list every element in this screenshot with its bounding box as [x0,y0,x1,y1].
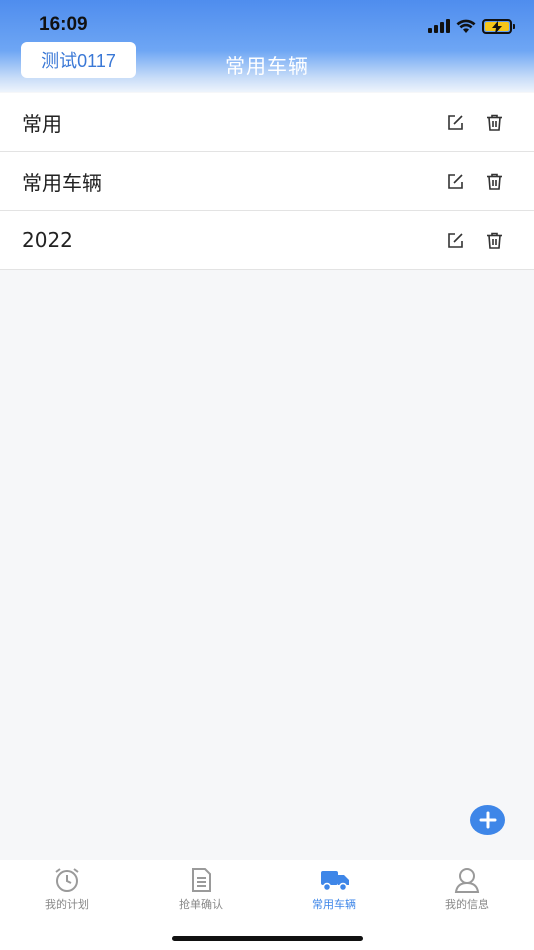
document-icon [187,867,215,893]
list-item-name: 2022 [22,228,73,252]
trash-icon[interactable] [485,231,504,250]
tab-label: 我的信息 [445,898,489,911]
row-actions [446,231,504,250]
tab-label: 抢单确认 [179,898,223,911]
vehicle-group-list: 常用 常用车辆 2022 [0,93,534,270]
list-item[interactable]: 常用车辆 [0,152,534,211]
status-bar: 16:09 [0,0,534,44]
header: 16:09 测试0117 常用车辆 [0,0,534,92]
cellular-signal-icon [428,19,450,33]
edit-icon[interactable] [446,113,465,132]
user-icon [453,867,481,893]
row-actions [446,172,504,191]
tab-label: 我的计划 [45,898,89,911]
tab-label: 常用车辆 [312,898,356,911]
row-actions [446,113,504,132]
trash-icon[interactable] [485,113,504,132]
tab-order-confirm[interactable]: 抢单确认 [134,867,268,912]
add-button[interactable] [470,805,505,835]
home-indicator[interactable] [172,936,363,941]
status-time: 16:09 [39,14,88,35]
edit-icon[interactable] [446,172,465,191]
page-title: 常用车辆 [225,54,309,78]
list-item[interactable]: 2022 [0,211,534,270]
alarm-clock-icon [53,867,81,893]
tab-my-info[interactable]: 我的信息 [400,867,534,912]
list-item-name: 常用 [22,111,62,136]
truck-icon [320,867,349,893]
wifi-icon [456,19,476,34]
status-icons [428,16,515,36]
trash-icon[interactable] [485,172,504,191]
battery-icon [482,18,515,34]
tab-my-plan[interactable]: 我的计划 [0,867,134,912]
list-item[interactable]: 常用 [0,93,534,152]
plus-icon [479,811,497,829]
list-item-name: 常用车辆 [22,170,102,195]
edit-icon[interactable] [446,231,465,250]
tab-common-vehicles[interactable]: 常用车辆 [267,867,401,912]
